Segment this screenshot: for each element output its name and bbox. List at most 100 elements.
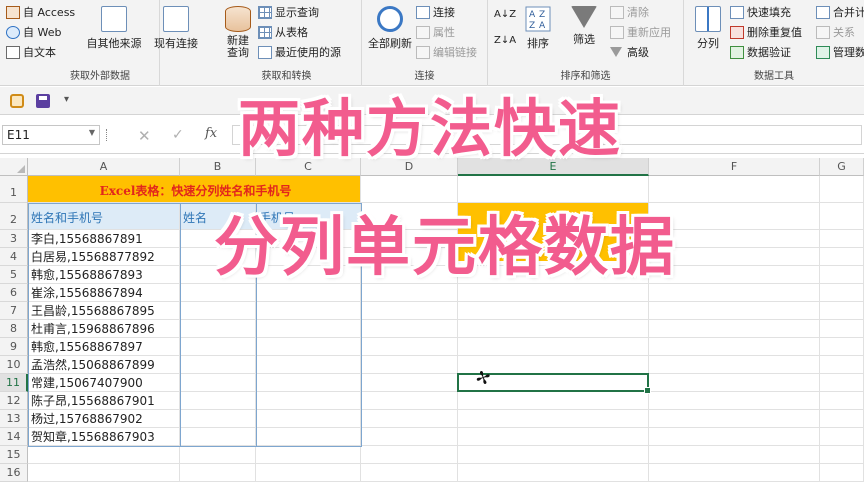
new-query-button[interactable]: 新建 查询 [214,4,262,64]
cell-c12[interactable] [256,392,361,410]
enter-icon[interactable]: ✓ [172,127,184,143]
cell-c15[interactable] [256,446,361,464]
cell-g4[interactable] [820,248,864,266]
clear-filter-button[interactable]: 清除 [610,2,649,22]
refresh-all-button[interactable]: 全部刷新 [364,4,416,64]
row-header-13[interactable]: 13 [0,410,28,428]
from-text-button[interactable]: 自文本 [6,42,56,62]
cell-g6[interactable] [820,284,864,302]
column-header-a[interactable]: A [28,158,180,176]
cell-e13[interactable] [458,410,649,428]
cell-f9[interactable] [649,338,820,356]
cell-g5[interactable] [820,266,864,284]
row-header-2[interactable]: 2 [0,203,28,230]
cell-b10[interactable] [180,356,256,374]
name-box[interactable]: E11 ▼ [2,125,100,145]
row-header-7[interactable]: 7 [0,302,28,320]
cell-d15[interactable] [361,446,458,464]
filter-button[interactable]: 筛选 [562,4,606,64]
cell-a11[interactable]: 常建,15067407900 [28,374,180,392]
format-painter-icon[interactable] [10,94,24,108]
cell-a6[interactable]: 崔涂,15568867894 [28,284,180,302]
row-header-10[interactable]: 10 [0,356,28,374]
cell-g11[interactable] [820,374,864,392]
cell-b11[interactable] [180,374,256,392]
row-header-4[interactable]: 4 [0,248,28,266]
cell-e14[interactable] [458,428,649,446]
cell-g10[interactable] [820,356,864,374]
connections-button[interactable]: 连接 [416,2,455,22]
existing-connections-button[interactable]: 现有连接 [148,4,204,64]
cell-a12[interactable]: 陈子昂,15568867901 [28,392,180,410]
cell-f11[interactable] [649,374,820,392]
cell-a3[interactable]: 李白,15568867891 [28,230,180,248]
cell-a4[interactable]: 白居易,15568877892 [28,248,180,266]
cell-g12[interactable] [820,392,864,410]
cell-d16[interactable] [361,464,458,482]
cell-a16[interactable] [28,464,180,482]
cell-f8[interactable] [649,320,820,338]
cell-f15[interactable] [649,446,820,464]
cell-g2[interactable] [820,203,864,230]
cell-b13[interactable] [180,410,256,428]
cell-f10[interactable] [649,356,820,374]
cell-g15[interactable] [820,446,864,464]
cell-a8[interactable]: 杜甫言,15968867896 [28,320,180,338]
row-header-3[interactable]: 3 [0,230,28,248]
cell-g13[interactable] [820,410,864,428]
row-header-1[interactable]: 1 [0,176,28,203]
sort-az-button[interactable]: A↓Z [494,4,516,24]
cell-c7[interactable] [256,302,361,320]
cell-g7[interactable] [820,302,864,320]
cell-b16[interactable] [180,464,256,482]
cell-e8[interactable] [458,320,649,338]
cell-c16[interactable] [256,464,361,482]
remove-duplicates-button[interactable]: 删除重复值 [730,22,802,42]
cell-g8[interactable] [820,320,864,338]
cell-e12[interactable] [458,392,649,410]
insert-function-icon[interactable]: fx [205,126,217,141]
show-queries-button[interactable]: 显示查询 [258,2,319,22]
edit-links-button[interactable]: 编辑链接 [416,42,477,62]
cell-a10[interactable]: 孟浩然,15068867899 [28,356,180,374]
cell-f13[interactable] [649,410,820,428]
cancel-icon[interactable]: ✕ [138,127,151,145]
row-header-6[interactable]: 6 [0,284,28,302]
cell-e7[interactable] [458,302,649,320]
cell-c14[interactable] [256,428,361,446]
cell-a9[interactable]: 韩愈,15568867897 [28,338,180,356]
cell-c13[interactable] [256,410,361,428]
save-icon[interactable] [36,94,50,108]
customize-toolbar-icon[interactable]: ▾ [64,94,78,108]
row-header-14[interactable]: 14 [0,428,28,446]
select-all-button[interactable] [0,158,28,176]
flash-fill-button[interactable]: 快速填充 [730,2,791,22]
cell-e16[interactable] [458,464,649,482]
cell-c9[interactable] [256,338,361,356]
sort-za-button[interactable]: Z↓A [494,30,516,50]
cell-e9[interactable] [458,338,649,356]
cell-f14[interactable] [649,428,820,446]
recent-sources-button[interactable]: 最近使用的源 [258,42,341,62]
column-header-g[interactable]: G [820,158,864,176]
cell-a15[interactable] [28,446,180,464]
cell-c11[interactable] [256,374,361,392]
cell-c8[interactable] [256,320,361,338]
cell-f7[interactable] [649,302,820,320]
cell-d8[interactable] [361,320,458,338]
cell-d10[interactable] [361,356,458,374]
cell-d9[interactable] [361,338,458,356]
cell-a13[interactable]: 杨过,15768867902 [28,410,180,428]
row-header-11[interactable]: 11 [0,374,28,392]
cell-d12[interactable] [361,392,458,410]
row-header-9[interactable]: 9 [0,338,28,356]
cell-d7[interactable] [361,302,458,320]
other-sources-button[interactable]: 自其他来源 [84,4,144,64]
header-cell-a2[interactable]: 姓名和手机号 [28,203,180,230]
cell-g3[interactable] [820,230,864,248]
cell-b7[interactable] [180,302,256,320]
data-validation-button[interactable]: 数据验证 [730,42,791,62]
from-access-button[interactable]: 自 Access [6,2,75,22]
cell-e15[interactable] [458,446,649,464]
reapply-button[interactable]: 重新应用 [610,22,671,42]
